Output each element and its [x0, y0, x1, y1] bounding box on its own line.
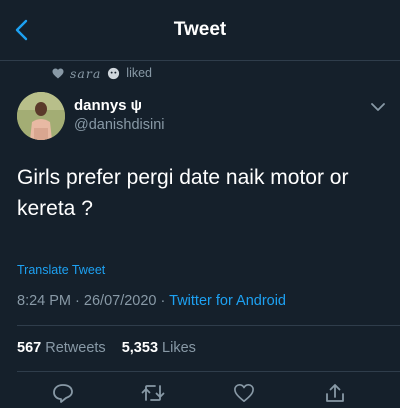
tweet-source-link[interactable]: Twitter for Android [169, 293, 286, 309]
action-bar [0, 383, 400, 403]
like-button[interactable] [232, 383, 256, 403]
retweet-icon [141, 385, 165, 401]
engagement-stats: 567 Retweets 5,353 Likes [17, 340, 208, 356]
social-context: sara liked [52, 64, 152, 82]
like-icon [234, 384, 254, 402]
retweets-label: Retweets [45, 340, 106, 356]
author-info: dannys ψ @danishdisini [74, 97, 165, 133]
more-options-button[interactable] [368, 99, 388, 115]
reply-button[interactable] [51, 383, 75, 403]
retweets-stat[interactable]: 567 Retweets [17, 340, 110, 356]
meta-separator: · [160, 293, 166, 309]
heart-icon [52, 68, 64, 78]
meta-separator: · [75, 293, 80, 309]
likes-label: Likes [162, 340, 196, 356]
avatar[interactable] [17, 92, 65, 140]
emoji-icon [108, 67, 120, 79]
divider [17, 371, 400, 372]
reply-icon [53, 384, 73, 403]
chevron-down-icon [371, 102, 385, 111]
tweet-text-line: kereta ? [17, 197, 93, 220]
liker-name[interactable]: sara [70, 66, 101, 81]
top-bar: Tweet [0, 0, 400, 61]
share-icon [326, 384, 344, 402]
likes-count: 5,353 [121, 340, 159, 356]
tweet-text-line: Girls prefer pergi date naik motor or [17, 166, 349, 189]
social-context-action: liked [126, 66, 153, 80]
likes-stat[interactable]: 5,353 Likes [122, 340, 196, 356]
author-display-name[interactable]: dannys ψ [74, 97, 165, 114]
tweet-text: Girls prefer pergi date naik motor or ke… [17, 162, 377, 224]
retweets-count: 567 [17, 340, 42, 356]
tweet-metadata: 8:24 PM · 26/07/2020 · Twitter for Andro… [17, 293, 286, 309]
page-title: Tweet [173, 19, 227, 40]
tweet-time[interactable]: 8:24 PM [17, 293, 71, 309]
author-handle[interactable]: @danishdisini [74, 117, 165, 133]
translate-tweet-link[interactable]: Translate Tweet [17, 263, 105, 277]
share-button[interactable] [323, 383, 347, 403]
tweet-date[interactable]: 26/07/2020 [84, 293, 157, 309]
retweet-button[interactable] [141, 383, 165, 403]
profile-photo [17, 92, 65, 140]
divider [17, 325, 400, 326]
